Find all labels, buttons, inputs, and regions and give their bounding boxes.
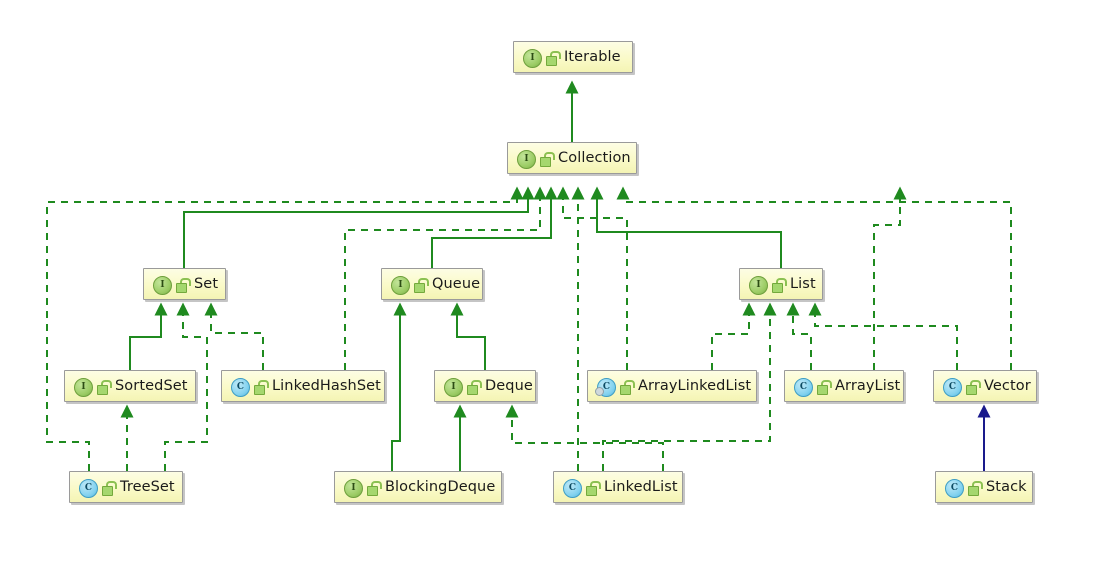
node-layer: I Iterable I Collection I Set I Queue I … xyxy=(0,0,1097,569)
node-deque[interactable]: I Deque xyxy=(434,370,536,402)
node-iterable[interactable]: I Iterable xyxy=(513,41,633,73)
unlocked-icon xyxy=(176,277,191,293)
node-label: List xyxy=(790,275,816,292)
class-icon: C xyxy=(79,478,98,498)
class-icon: C xyxy=(794,377,813,397)
class-icon: C xyxy=(945,478,964,498)
node-sortedset[interactable]: I SortedSet xyxy=(64,370,196,402)
unlocked-icon xyxy=(97,379,112,395)
interface-icon: I xyxy=(749,275,768,295)
unlocked-icon xyxy=(966,379,981,395)
node-arraylinkedlist[interactable]: C ArrayLinkedList xyxy=(587,370,757,402)
unlocked-icon xyxy=(586,480,601,496)
node-collection[interactable]: I Collection xyxy=(507,142,637,174)
node-linkedhashset[interactable]: C LinkedHashSet xyxy=(221,370,385,402)
node-label: ArrayList xyxy=(835,377,901,394)
node-label: Deque xyxy=(485,377,533,394)
unlocked-icon xyxy=(467,379,482,395)
interface-icon: I xyxy=(344,478,363,498)
node-label: LinkedList xyxy=(604,478,678,495)
class-icon: C xyxy=(563,478,582,498)
unlocked-icon xyxy=(254,379,269,395)
node-label: BlockingDeque xyxy=(385,478,496,495)
class-inner-icon: C xyxy=(595,377,616,397)
node-label: TreeSet xyxy=(120,478,175,495)
interface-icon: I xyxy=(74,377,93,397)
unlocked-icon xyxy=(414,277,429,293)
interface-icon: I xyxy=(153,275,172,295)
node-label: Vector xyxy=(984,377,1031,394)
node-list[interactable]: I List xyxy=(739,268,823,300)
node-label: ArrayLinkedList xyxy=(638,377,752,394)
uml-class-diagram: I Iterable I Collection I Set I Queue I … xyxy=(0,0,1097,569)
node-label: Collection xyxy=(558,149,631,166)
node-label: LinkedHashSet xyxy=(272,377,381,394)
node-queue[interactable]: I Queue xyxy=(381,268,483,300)
interface-icon: I xyxy=(523,48,542,68)
node-label: Iterable xyxy=(564,48,621,65)
unlocked-icon xyxy=(540,151,555,167)
node-label: Stack xyxy=(986,478,1027,495)
unlocked-icon xyxy=(102,480,117,496)
node-stack[interactable]: C Stack xyxy=(935,471,1033,503)
interface-icon: I xyxy=(444,377,463,397)
class-icon: C xyxy=(943,377,962,397)
class-icon: C xyxy=(231,377,250,397)
unlocked-icon xyxy=(968,480,983,496)
unlocked-icon xyxy=(620,379,635,395)
unlocked-icon xyxy=(367,480,382,496)
node-label: Queue xyxy=(432,275,481,292)
node-set[interactable]: I Set xyxy=(143,268,226,300)
node-blockingdeque[interactable]: I BlockingDeque xyxy=(334,471,502,503)
interface-icon: I xyxy=(391,275,410,295)
node-treeset[interactable]: C TreeSet xyxy=(69,471,183,503)
node-label: SortedSet xyxy=(115,377,188,394)
interface-icon: I xyxy=(517,149,536,169)
node-label: Set xyxy=(194,275,219,292)
unlocked-icon xyxy=(546,50,561,66)
node-arraylist[interactable]: C ArrayList xyxy=(784,370,904,402)
unlocked-icon xyxy=(772,277,787,293)
node-linkedlist[interactable]: C LinkedList xyxy=(553,471,683,503)
unlocked-icon xyxy=(817,379,832,395)
node-vector[interactable]: C Vector xyxy=(933,370,1037,402)
